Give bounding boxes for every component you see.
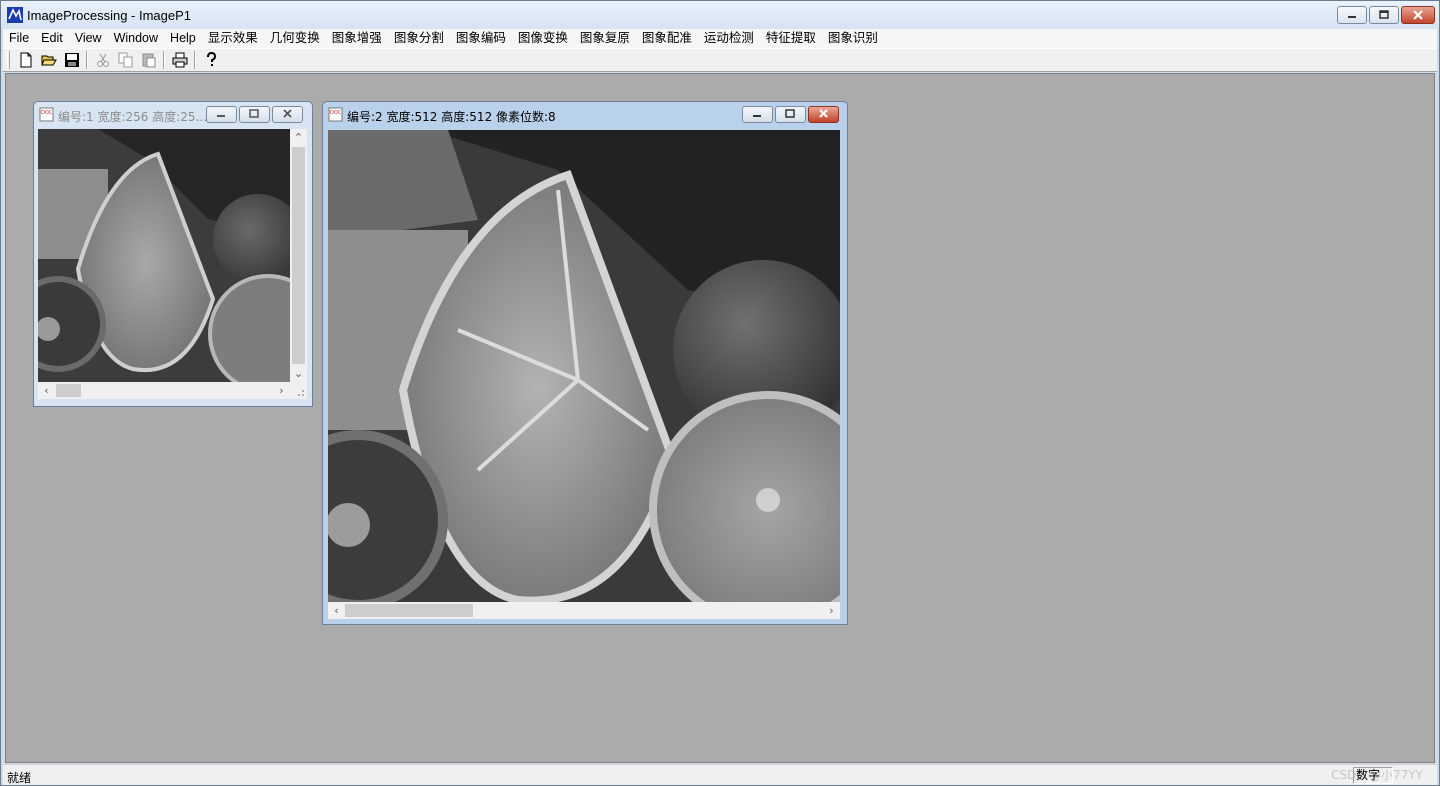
vertical-scrollbar[interactable]: ⌃ ⌄ bbox=[290, 129, 307, 382]
menu-geometric-transform[interactable]: 几何变换 bbox=[264, 29, 326, 48]
maximize-button[interactable] bbox=[775, 106, 806, 123]
copy-button[interactable] bbox=[114, 49, 137, 71]
copy-icon bbox=[118, 52, 132, 68]
menu-file[interactable]: File bbox=[3, 29, 35, 48]
svg-text:DOC: DOC bbox=[330, 110, 342, 116]
restore-icon bbox=[249, 109, 259, 118]
scroll-thumb[interactable] bbox=[56, 384, 81, 397]
grayscale-image bbox=[328, 130, 840, 602]
menu-motion-detect[interactable]: 运动检测 bbox=[698, 29, 760, 48]
close-icon bbox=[1413, 10, 1423, 20]
window-title: 编号:1 宽度:256 高度:25... bbox=[58, 110, 206, 124]
title-bar[interactable]: ImageProcessing - ImageP1 bbox=[1, 1, 1439, 29]
minimize-button[interactable] bbox=[1337, 6, 1367, 24]
scroll-thumb[interactable] bbox=[345, 604, 473, 617]
menu-window[interactable]: Window bbox=[108, 29, 164, 48]
print-button[interactable] bbox=[168, 49, 191, 71]
menu-image-enhance[interactable]: 图象增强 bbox=[326, 29, 388, 48]
image-canvas[interactable] bbox=[38, 129, 290, 382]
main-window: ImageProcessing - ImageP1 File Edit View… bbox=[0, 0, 1440, 786]
paste-button[interactable] bbox=[137, 49, 160, 71]
image-window-2[interactable]: DOC 编号:2 宽度:512 高度:512 像素位数:8 ‹ › bbox=[322, 101, 848, 625]
open-button[interactable] bbox=[37, 49, 60, 71]
scroll-left-icon[interactable]: ‹ bbox=[38, 382, 55, 399]
menu-image-recognize[interactable]: 图象识别 bbox=[822, 29, 884, 48]
document-icon: DOC bbox=[39, 107, 54, 122]
cut-icon bbox=[96, 53, 109, 67]
minimize-button[interactable] bbox=[742, 106, 773, 123]
menu-image-transform[interactable]: 图像变换 bbox=[512, 29, 574, 48]
save-icon bbox=[64, 53, 79, 67]
scroll-left-icon[interactable]: ‹ bbox=[328, 602, 345, 619]
minimize-icon bbox=[217, 115, 225, 117]
restore-button[interactable] bbox=[1369, 6, 1399, 24]
horizontal-scrollbar[interactable]: ‹ › bbox=[38, 382, 290, 399]
menu-edit[interactable]: Edit bbox=[35, 29, 69, 48]
close-icon bbox=[283, 109, 292, 118]
scroll-thumb[interactable] bbox=[292, 147, 305, 364]
close-button[interactable] bbox=[808, 106, 839, 123]
paste-icon bbox=[142, 53, 155, 68]
grayscale-image bbox=[38, 129, 290, 382]
minimize-icon bbox=[1348, 16, 1356, 18]
close-button[interactable] bbox=[272, 106, 303, 123]
scroll-right-icon[interactable]: › bbox=[823, 602, 840, 619]
close-button[interactable] bbox=[1401, 6, 1435, 24]
menu-display-effect[interactable]: 显示效果 bbox=[202, 29, 264, 48]
scroll-up-icon[interactable]: ⌃ bbox=[290, 129, 307, 146]
toolbar-grip[interactable] bbox=[7, 51, 10, 69]
status-pane-num: 数字 bbox=[1353, 767, 1393, 784]
app-icon bbox=[7, 7, 23, 23]
about-button[interactable] bbox=[199, 49, 222, 71]
toolbar-separator bbox=[194, 51, 196, 69]
horizontal-scrollbar[interactable]: ‹ › bbox=[328, 602, 840, 619]
toolbar bbox=[3, 48, 1437, 72]
help-icon bbox=[206, 52, 216, 66]
menu-bar: File Edit View Window Help 显示效果 几何变换 图象增… bbox=[3, 29, 1437, 48]
print-icon bbox=[172, 52, 187, 68]
scroll-down-icon[interactable]: ⌄ bbox=[290, 365, 307, 382]
resize-grip-icon bbox=[298, 390, 304, 396]
image-canvas[interactable] bbox=[328, 130, 840, 602]
document-icon: DOC bbox=[328, 107, 343, 122]
maximize-button[interactable] bbox=[239, 106, 270, 123]
toolbar-separator bbox=[86, 51, 88, 69]
save-button[interactable] bbox=[60, 49, 83, 71]
size-grip[interactable] bbox=[290, 382, 307, 399]
new-icon bbox=[20, 52, 31, 68]
window-title: ImageProcessing - ImageP1 bbox=[27, 8, 192, 23]
mdi-client-area: DOC 编号:1 宽度:256 高度:25... ⌃ ⌄ ‹ › DOC 编号:… bbox=[5, 73, 1435, 763]
image-window-1[interactable]: DOC 编号:1 宽度:256 高度:25... ⌃ ⌄ ‹ › bbox=[33, 101, 313, 407]
restore-icon bbox=[785, 109, 795, 118]
minimize-button[interactable] bbox=[206, 106, 237, 123]
scroll-right-icon[interactable]: › bbox=[273, 382, 290, 399]
menu-view[interactable]: View bbox=[69, 29, 108, 48]
menu-image-segment[interactable]: 图象分割 bbox=[388, 29, 450, 48]
status-text: 就绪 bbox=[7, 771, 32, 785]
menu-image-register[interactable]: 图象配准 bbox=[636, 29, 698, 48]
menu-image-restore[interactable]: 图象复原 bbox=[574, 29, 636, 48]
menu-help[interactable]: Help bbox=[164, 29, 202, 48]
menu-image-encode[interactable]: 图象编码 bbox=[450, 29, 512, 48]
svg-text:DOC: DOC bbox=[41, 110, 53, 116]
open-icon bbox=[40, 55, 57, 66]
minimize-icon bbox=[753, 115, 761, 117]
menu-feature-extract[interactable]: 特征提取 bbox=[760, 29, 822, 48]
close-icon bbox=[819, 109, 828, 118]
new-button[interactable] bbox=[14, 49, 37, 71]
toolbar-separator bbox=[163, 51, 165, 69]
restore-icon bbox=[1379, 10, 1389, 19]
window-title: 编号:2 宽度:512 高度:512 像素位数:8 bbox=[347, 110, 556, 124]
cut-button[interactable] bbox=[91, 49, 114, 71]
status-bar: 就绪 CSDN @小77YY 数字 bbox=[3, 764, 1437, 785]
